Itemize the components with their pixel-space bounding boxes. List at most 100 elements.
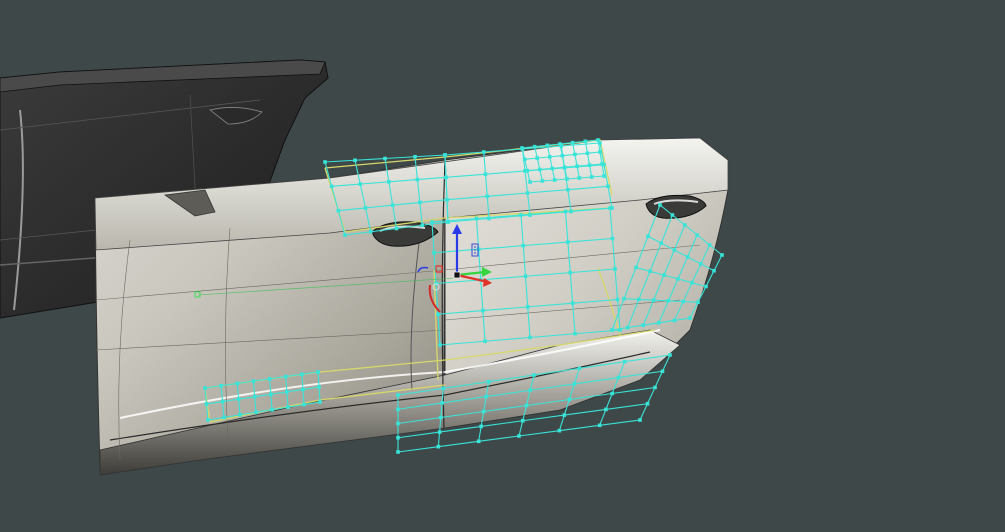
control-vertex-icon[interactable]	[660, 369, 665, 374]
control-vertex-icon[interactable]	[567, 397, 572, 402]
control-vertex-icon[interactable]	[696, 300, 700, 305]
control-vertex-icon[interactable]	[653, 385, 657, 390]
3d-viewport[interactable]	[0, 0, 1005, 532]
control-vertex-icon[interactable]	[396, 450, 400, 454]
control-vertex-icon[interactable]	[577, 366, 582, 371]
control-vertex-icon[interactable]	[657, 321, 661, 325]
control-vertex-icon[interactable]	[394, 226, 399, 231]
control-vertex-icon[interactable]	[712, 268, 716, 273]
control-vertex-icon[interactable]	[688, 316, 692, 320]
control-vertex-icon[interactable]	[565, 187, 570, 192]
control-vertex-icon[interactable]	[685, 255, 690, 259]
control-vertex-icon[interactable]	[600, 162, 604, 166]
control-vertex-icon[interactable]	[648, 269, 652, 274]
control-vertex-icon[interactable]	[587, 163, 592, 167]
control-vertex-icon[interactable]	[437, 430, 442, 434]
control-vertex-icon[interactable]	[525, 191, 530, 195]
control-vertex-icon[interactable]	[524, 403, 529, 408]
control-vertex-icon[interactable]	[302, 402, 306, 407]
control-vertex-icon[interactable]	[528, 180, 532, 184]
control-vertex-icon[interactable]	[535, 156, 540, 160]
control-vertex-icon[interactable]	[558, 142, 562, 146]
control-vertex-icon[interactable]	[672, 248, 677, 252]
control-vertex-icon[interactable]	[641, 323, 645, 327]
control-vertex-icon[interactable]	[363, 206, 368, 210]
control-vertex-icon[interactable]	[285, 390, 289, 394]
control-vertex-icon[interactable]	[589, 175, 594, 179]
control-vertex-icon[interactable]	[479, 424, 483, 429]
control-vertex-icon[interactable]	[573, 331, 577, 336]
control-vertex-icon[interactable]	[396, 393, 400, 397]
control-vertex-icon[interactable]	[532, 144, 537, 149]
control-vertex-icon[interactable]	[668, 353, 672, 357]
control-vertex-icon[interactable]	[613, 267, 617, 271]
control-vertex-icon[interactable]	[483, 172, 488, 176]
control-vertex-icon[interactable]	[695, 233, 699, 237]
control-vertex-icon[interactable]	[485, 194, 490, 199]
control-vertex-icon[interactable]	[300, 372, 304, 377]
control-vertex-icon[interactable]	[690, 280, 694, 285]
control-vertex-icon[interactable]	[206, 418, 210, 422]
control-vertex-icon[interactable]	[476, 439, 481, 444]
control-vertex-icon[interactable]	[598, 150, 602, 154]
control-vertex-icon[interactable]	[329, 184, 334, 189]
control-vertex-icon[interactable]	[622, 359, 627, 364]
control-vertex-icon[interactable]	[634, 265, 638, 270]
control-vertex-icon[interactable]	[353, 158, 357, 163]
control-vertex-icon[interactable]	[220, 399, 225, 404]
control-vertex-icon[interactable]	[604, 407, 608, 412]
control-vertex-icon[interactable]	[390, 203, 395, 207]
control-vertex-icon[interactable]	[560, 153, 565, 158]
control-vertex-icon[interactable]	[235, 381, 240, 386]
control-vertex-icon[interactable]	[436, 444, 441, 449]
control-vertex-icon[interactable]	[440, 401, 444, 405]
control-vertex-icon[interactable]	[432, 250, 436, 255]
control-vertex-icon[interactable]	[203, 386, 207, 390]
control-vertex-icon[interactable]	[596, 138, 600, 142]
control-vertex-icon[interactable]	[486, 379, 491, 384]
control-vertex-icon[interactable]	[610, 328, 614, 332]
control-vertex-icon[interactable]	[481, 409, 486, 414]
control-vertex-icon[interactable]	[597, 423, 602, 428]
control-vertex-icon[interactable]	[520, 146, 524, 150]
control-vertex-icon[interactable]	[238, 413, 242, 417]
control-vertex-icon[interactable]	[573, 152, 577, 157]
control-vertex-icon[interactable]	[570, 140, 575, 145]
control-vertex-icon[interactable]	[521, 243, 526, 248]
control-vertex-icon[interactable]	[565, 177, 569, 181]
control-vertex-icon[interactable]	[252, 394, 257, 399]
control-vertex-icon[interactable]	[368, 229, 373, 234]
control-vertex-icon[interactable]	[659, 241, 663, 245]
control-vertex-icon[interactable]	[552, 178, 557, 182]
control-vertex-icon[interactable]	[267, 377, 272, 381]
control-vertex-icon[interactable]	[525, 305, 530, 309]
control-vertex-icon[interactable]	[343, 233, 347, 237]
control-vertex-icon[interactable]	[415, 177, 420, 182]
control-vertex-icon[interactable]	[568, 270, 573, 275]
control-vertex-icon[interactable]	[481, 150, 486, 154]
control-vertex-icon[interactable]	[383, 156, 387, 161]
control-vertex-icon[interactable]	[563, 209, 568, 214]
control-vertex-icon[interactable]	[616, 375, 621, 380]
control-vertex-icon[interactable]	[625, 325, 630, 330]
control-vertex-icon[interactable]	[251, 379, 256, 383]
control-vertex-icon[interactable]	[570, 301, 575, 305]
control-vertex-icon[interactable]	[438, 343, 442, 347]
control-vertex-icon[interactable]	[396, 421, 400, 426]
control-vertex-icon[interactable]	[236, 397, 241, 401]
control-vertex-icon[interactable]	[483, 339, 487, 344]
control-vertex-icon[interactable]	[646, 234, 650, 239]
control-vertex-icon[interactable]	[683, 223, 687, 227]
control-vertex-icon[interactable]	[476, 247, 481, 251]
control-vertex-icon[interactable]	[662, 273, 666, 277]
control-vertex-icon[interactable]	[602, 174, 606, 178]
control-vertex-icon[interactable]	[525, 168, 530, 173]
control-vertex-icon[interactable]	[672, 318, 677, 323]
control-vertex-icon[interactable]	[523, 274, 528, 279]
control-vertex-icon[interactable]	[358, 182, 363, 186]
control-vertex-icon[interactable]	[575, 164, 579, 169]
control-vertex-icon[interactable]	[204, 402, 209, 406]
control-vertex-icon[interactable]	[268, 392, 273, 397]
control-vertex-icon[interactable]	[418, 200, 422, 205]
control-vertex-icon[interactable]	[439, 415, 443, 420]
